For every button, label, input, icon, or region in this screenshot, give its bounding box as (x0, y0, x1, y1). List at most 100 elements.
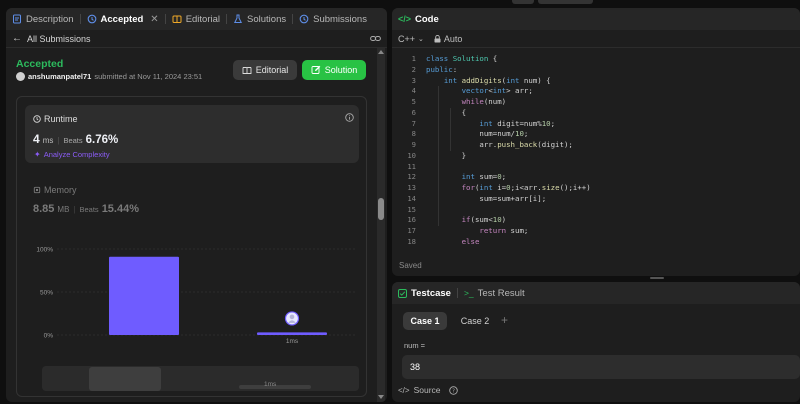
memory-divider: | (73, 205, 76, 214)
tab-submissions[interactable]: Submissions (293, 8, 373, 30)
code-line[interactable]: 5 while(num) (392, 97, 800, 108)
memory-card[interactable]: Memory 8.85 MB | Beats 15.44% (25, 177, 359, 225)
submitter-row: anshumanpatel71 submitted at Nov 11, 202… (16, 72, 202, 81)
scroll-up-arrow[interactable] (378, 50, 384, 54)
tab-solutions-label: Solutions (247, 13, 287, 25)
scrollbar-thumb[interactable] (378, 198, 384, 220)
tab-testcase[interactable]: Testcase (392, 282, 457, 304)
line-number: 5 (411, 97, 416, 106)
top-button-2[interactable] (538, 0, 593, 4)
scrollbar-track[interactable] (377, 48, 385, 402)
language-select[interactable]: C++ ⌄ (398, 34, 424, 44)
username[interactable]: anshumanpatel71 (28, 72, 91, 81)
analyze-complexity-link[interactable]: ✦ Analyze Complexity (34, 150, 110, 159)
line-text: vector<int> arr; (461, 86, 533, 96)
stats-container: Runtime 4 ms | Beats 6.76% ✦ Analyze Com… (16, 96, 367, 397)
code-line[interactable]: 10 } (392, 151, 800, 162)
link-icon[interactable] (370, 34, 381, 43)
code-line[interactable]: 12 int sum=0; (392, 172, 800, 183)
memory-title: Memory (44, 185, 77, 195)
code-line[interactable]: 16 if(sum<10) (392, 215, 800, 226)
history-icon (87, 14, 96, 24)
left-tabbar: Description Accepted ✕ Editorial Solutio… (6, 8, 387, 30)
code-line[interactable]: 2 public: (392, 65, 800, 76)
line-number: 14 (407, 193, 416, 203)
tab-test-result-label: Test Result (477, 287, 525, 299)
range-selector-window[interactable] (89, 367, 161, 391)
close-icon[interactable]: ✕ (150, 14, 158, 25)
code-line[interactable]: 8 num=num/10; (392, 129, 800, 140)
line-number: 12 (407, 172, 416, 182)
line-number: 6 (411, 107, 416, 117)
variable-label: num = (404, 341, 426, 350)
line-text: int digit=num%10; (479, 118, 556, 128)
line-number: 18 (407, 236, 416, 246)
tab-accepted[interactable]: Accepted ✕ (81, 8, 165, 30)
code-line[interactable]: 1 class Solution { (392, 54, 800, 65)
avatar[interactable] (16, 72, 25, 81)
line-number: 13 (407, 183, 416, 192)
solution-button-label: Solution (324, 65, 358, 75)
top-button-1[interactable] (512, 0, 534, 4)
code-line[interactable]: 9 arr.push_back(digit); (392, 140, 800, 151)
memory-values: 8.85 MB | Beats 15.44% (33, 203, 139, 215)
line-number: 7 (411, 118, 416, 128)
tab-solutions[interactable]: Solutions (227, 8, 292, 30)
case-tab-2[interactable]: Case 2 (453, 312, 497, 330)
code-line[interactable]: 15 (392, 205, 800, 216)
auto-label: Auto (443, 33, 463, 44)
tab-description[interactable]: Description (6, 8, 80, 30)
line-text: return sum; (479, 226, 529, 235)
code-line[interactable]: 7 int digit=num%10; (392, 119, 800, 130)
tab-code[interactable]: </> Code (392, 8, 445, 30)
code-toolbar: C++ ⌄ Auto (392, 30, 800, 48)
code-line[interactable]: 14 sum=sum+arr[i]; (392, 194, 800, 205)
testcase-panel: Testcase >_ Test Result Case 1 Case 2 + … (392, 282, 800, 402)
line-number: 1 (411, 54, 416, 63)
arrow-left-icon: ← (12, 33, 22, 44)
analyze-complexity-label: Analyze Complexity (43, 150, 110, 159)
code-line[interactable]: 17 return sum; (392, 226, 800, 237)
resize-handle[interactable] (650, 277, 664, 279)
line-number: 17 (407, 226, 416, 235)
chip-icon (33, 186, 41, 194)
line-text: for(int i=0;i<arr.size();i++) (461, 183, 591, 192)
book-icon (172, 15, 182, 23)
chart-bar (257, 332, 327, 335)
code-line[interactable]: 4 vector<int> arr; (392, 86, 800, 97)
line-number: 11 (407, 161, 416, 171)
code-icon: </> (398, 14, 412, 24)
saved-status: Saved (399, 261, 422, 270)
info-icon[interactable] (345, 113, 354, 122)
case-tab-1[interactable]: Case 1 (403, 312, 447, 330)
scroll-down-arrow[interactable] (378, 395, 384, 399)
line-text: { (426, 107, 467, 117)
tab-editorial[interactable]: Editorial (166, 8, 226, 30)
sparkle-icon: ✦ (34, 150, 41, 159)
add-case-button[interactable]: + (501, 313, 508, 327)
line-text: public: (426, 64, 458, 74)
solution-button[interactable]: Solution (302, 60, 366, 80)
editorial-button[interactable]: Editorial (233, 60, 297, 80)
code-line[interactable]: 6 { (392, 108, 800, 119)
code-editor[interactable]: 1 class Solution {2 public: 3 int addDigits… (392, 54, 800, 254)
range-selector[interactable]: 1ms (42, 366, 359, 391)
back-row: ← All Submissions (6, 30, 387, 48)
back-link[interactable]: ← All Submissions (12, 33, 91, 44)
help-icon[interactable]: ? (448, 385, 458, 395)
code-line[interactable]: 13 for(int i=0;i<arr.size();i++) (392, 183, 800, 194)
y-tick-label: 50% (40, 290, 53, 297)
runtime-card[interactable]: Runtime 4 ms | Beats 6.76% ✦ Analyze Com… (25, 105, 359, 163)
code-line[interactable]: 18 else (392, 237, 800, 248)
edit-icon (311, 65, 321, 74)
code-panel: </> Code C++ ⌄ Auto 1 class Solution {2 pu… (392, 8, 800, 276)
auto-mode[interactable]: Auto (434, 33, 463, 44)
history-icon (299, 14, 309, 24)
code-line[interactable]: 11 (392, 162, 800, 173)
variable-input[interactable]: 38 (402, 355, 800, 379)
source-label[interactable]: Source (414, 385, 441, 395)
description-icon (13, 14, 21, 24)
tab-test-result[interactable]: >_ Test Result (458, 282, 531, 304)
submission-panel: Description Accepted ✕ Editorial Solutio… (6, 8, 387, 402)
code-line[interactable]: 3 int addDigits(int num) { (392, 76, 800, 87)
